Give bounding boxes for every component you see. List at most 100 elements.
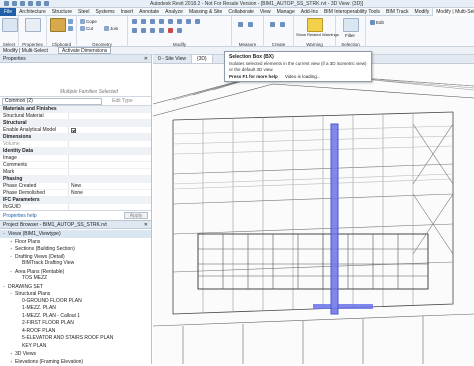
property-category[interactable]: IFC Parameters	[0, 197, 151, 204]
create-assembly-icon[interactable]	[270, 22, 275, 27]
tab-systems[interactable]: Systems	[92, 8, 117, 16]
tab-annotate[interactable]: Annotate	[136, 8, 162, 16]
scale-icon[interactable]	[150, 28, 155, 33]
mirror-draw-icon[interactable]	[159, 19, 164, 24]
cope-button[interactable]: Cope	[86, 19, 97, 24]
tab-massing-site[interactable]: Massing & Site	[186, 8, 225, 16]
pin-icon[interactable]	[159, 28, 164, 33]
browser-node[interactable]: TOS MEZZ	[0, 275, 151, 283]
measure-icon[interactable]	[238, 22, 243, 27]
tab-steel[interactable]: Steel	[75, 8, 92, 16]
split-icon[interactable]	[168, 19, 173, 24]
browser-node[interactable]: − Area Plans (Rentable)	[0, 268, 151, 276]
cut-icon[interactable]	[68, 19, 73, 24]
browser-node[interactable]: + Sections (Building Section)	[0, 245, 151, 253]
trim-icon[interactable]	[132, 28, 137, 33]
browser-node[interactable]: − DRAWING SET	[0, 283, 151, 291]
edit-button[interactable]: Edit	[376, 20, 384, 25]
property-value[interactable]: None	[68, 190, 151, 196]
property-category[interactable]: Phasing	[0, 176, 151, 183]
edit-type-button[interactable]: Edit Type	[112, 98, 133, 104]
tab-3d-view[interactable]: {3D}	[191, 55, 213, 63]
mirror-axis-icon[interactable]	[150, 19, 155, 24]
delete-icon[interactable]	[168, 28, 173, 33]
property-value[interactable]	[68, 141, 151, 147]
activate-dimensions-button[interactable]: Activate Dimensions	[58, 47, 112, 54]
browser-node[interactable]: 0-GROUND FLOOR PLAN	[0, 298, 151, 306]
property-category[interactable]: Dimensions	[0, 134, 151, 141]
browser-node[interactable]: BIMTrack Drafting View	[0, 260, 151, 268]
dimension-icon[interactable]	[248, 22, 253, 27]
tab-bim-interoperability-tools[interactable]: BIM Interoperability Tools	[321, 8, 383, 16]
browser-node[interactable]: − Structural Plans	[0, 290, 151, 298]
property-category[interactable]: Identity Data	[0, 148, 151, 155]
redo-icon[interactable]	[36, 1, 41, 6]
copy-element-icon[interactable]	[186, 19, 191, 24]
align-icon[interactable]	[132, 19, 137, 24]
show-related-warnings-button[interactable]: Show Related Warnings	[296, 32, 339, 37]
warning-icon[interactable]	[307, 18, 323, 32]
offset-icon[interactable]	[141, 19, 146, 24]
edit-family-icon[interactable]	[370, 20, 375, 25]
browser-node[interactable]: KEY PLAN	[0, 343, 151, 351]
apply-button[interactable]: Apply	[124, 212, 148, 219]
tab-structure[interactable]: Structure	[49, 8, 75, 16]
modify-cursor-icon[interactable]	[2, 18, 18, 32]
move-icon[interactable]	[177, 19, 182, 24]
property-value[interactable]	[68, 155, 151, 161]
tab-manage[interactable]: Manage	[274, 8, 298, 16]
browser-node[interactable]: 1-MEZZ. PLAN - Callout 1	[0, 313, 151, 321]
cut-geometry-icon[interactable]	[80, 26, 85, 31]
filter-button[interactable]: Filter	[345, 33, 355, 38]
tab-modify[interactable]: Modify	[412, 8, 433, 16]
tab-file[interactable]: File	[0, 7, 17, 16]
browser-node[interactable]: − Views (BIM1_Viewtype)	[0, 230, 151, 238]
array-icon[interactable]	[141, 28, 146, 33]
open-icon[interactable]	[4, 1, 9, 6]
paste-icon[interactable]	[50, 18, 66, 32]
print-icon[interactable]	[44, 1, 49, 6]
tab-bim-track[interactable]: BIM Track	[383, 8, 412, 16]
browser-node[interactable]: 5-ELEVATOR AND STAIRS ROOF PLAN	[0, 335, 151, 343]
3d-view-canvas[interactable]	[153, 64, 474, 364]
property-value[interactable]	[68, 162, 151, 168]
browser-node[interactable]: − Drafting Views (Detail)	[0, 253, 151, 261]
browser-node[interactable]: + Floor Plans	[0, 238, 151, 246]
create-parts-icon[interactable]	[280, 22, 285, 27]
property-value[interactable]	[68, 113, 151, 119]
sync-icon[interactable]	[20, 1, 25, 6]
properties-icon[interactable]	[25, 18, 41, 32]
property-value[interactable]	[68, 127, 151, 133]
close-icon[interactable]: ✕	[144, 55, 148, 63]
join-icon[interactable]	[104, 26, 109, 31]
tab-insert[interactable]: Insert	[118, 8, 137, 16]
property-category[interactable]: Structural	[0, 120, 151, 127]
browser-node[interactable]: 1-MEZZ. PLAN	[0, 305, 151, 313]
property-category[interactable]: Materials and Finishes	[0, 106, 151, 113]
undo-icon[interactable]	[28, 1, 33, 6]
cope-icon[interactable]	[80, 19, 85, 24]
copy-icon[interactable]	[68, 26, 73, 31]
unpin-icon[interactable]	[177, 28, 182, 33]
property-value[interactable]	[68, 169, 151, 175]
tab-modify-multi-select[interactable]: Modify | Multi-Select	[432, 7, 474, 16]
type-selector[interactable]: Multiple Families Selected	[0, 63, 151, 97]
rotate-icon[interactable]	[195, 19, 200, 24]
close-icon[interactable]: ✕	[144, 221, 148, 229]
browser-node[interactable]: 4-ROOF PLAN	[0, 328, 151, 336]
tab-architecture[interactable]: Architecture	[16, 8, 49, 16]
save-icon[interactable]	[12, 1, 17, 6]
property-value[interactable]: New	[68, 183, 151, 189]
filter-icon[interactable]	[343, 18, 359, 32]
tab-analyze[interactable]: Analyze	[162, 8, 186, 16]
tab-site-view[interactable]: 0 - Site View	[153, 55, 192, 63]
tab-view[interactable]: View	[257, 8, 274, 16]
join-button[interactable]: Join	[110, 26, 118, 31]
checkbox[interactable]	[71, 128, 76, 133]
browser-node[interactable]: +3D Views	[0, 350, 151, 358]
element-filter-dropdown[interactable]: Common (2)	[2, 98, 102, 105]
browser-node[interactable]: 2-FIRST FLOOR PLAN	[0, 320, 151, 328]
tab-collaborate[interactable]: Collaborate	[225, 8, 257, 16]
cut-button[interactable]: Cut	[86, 26, 93, 31]
properties-help-link[interactable]: Properties help	[3, 213, 37, 219]
